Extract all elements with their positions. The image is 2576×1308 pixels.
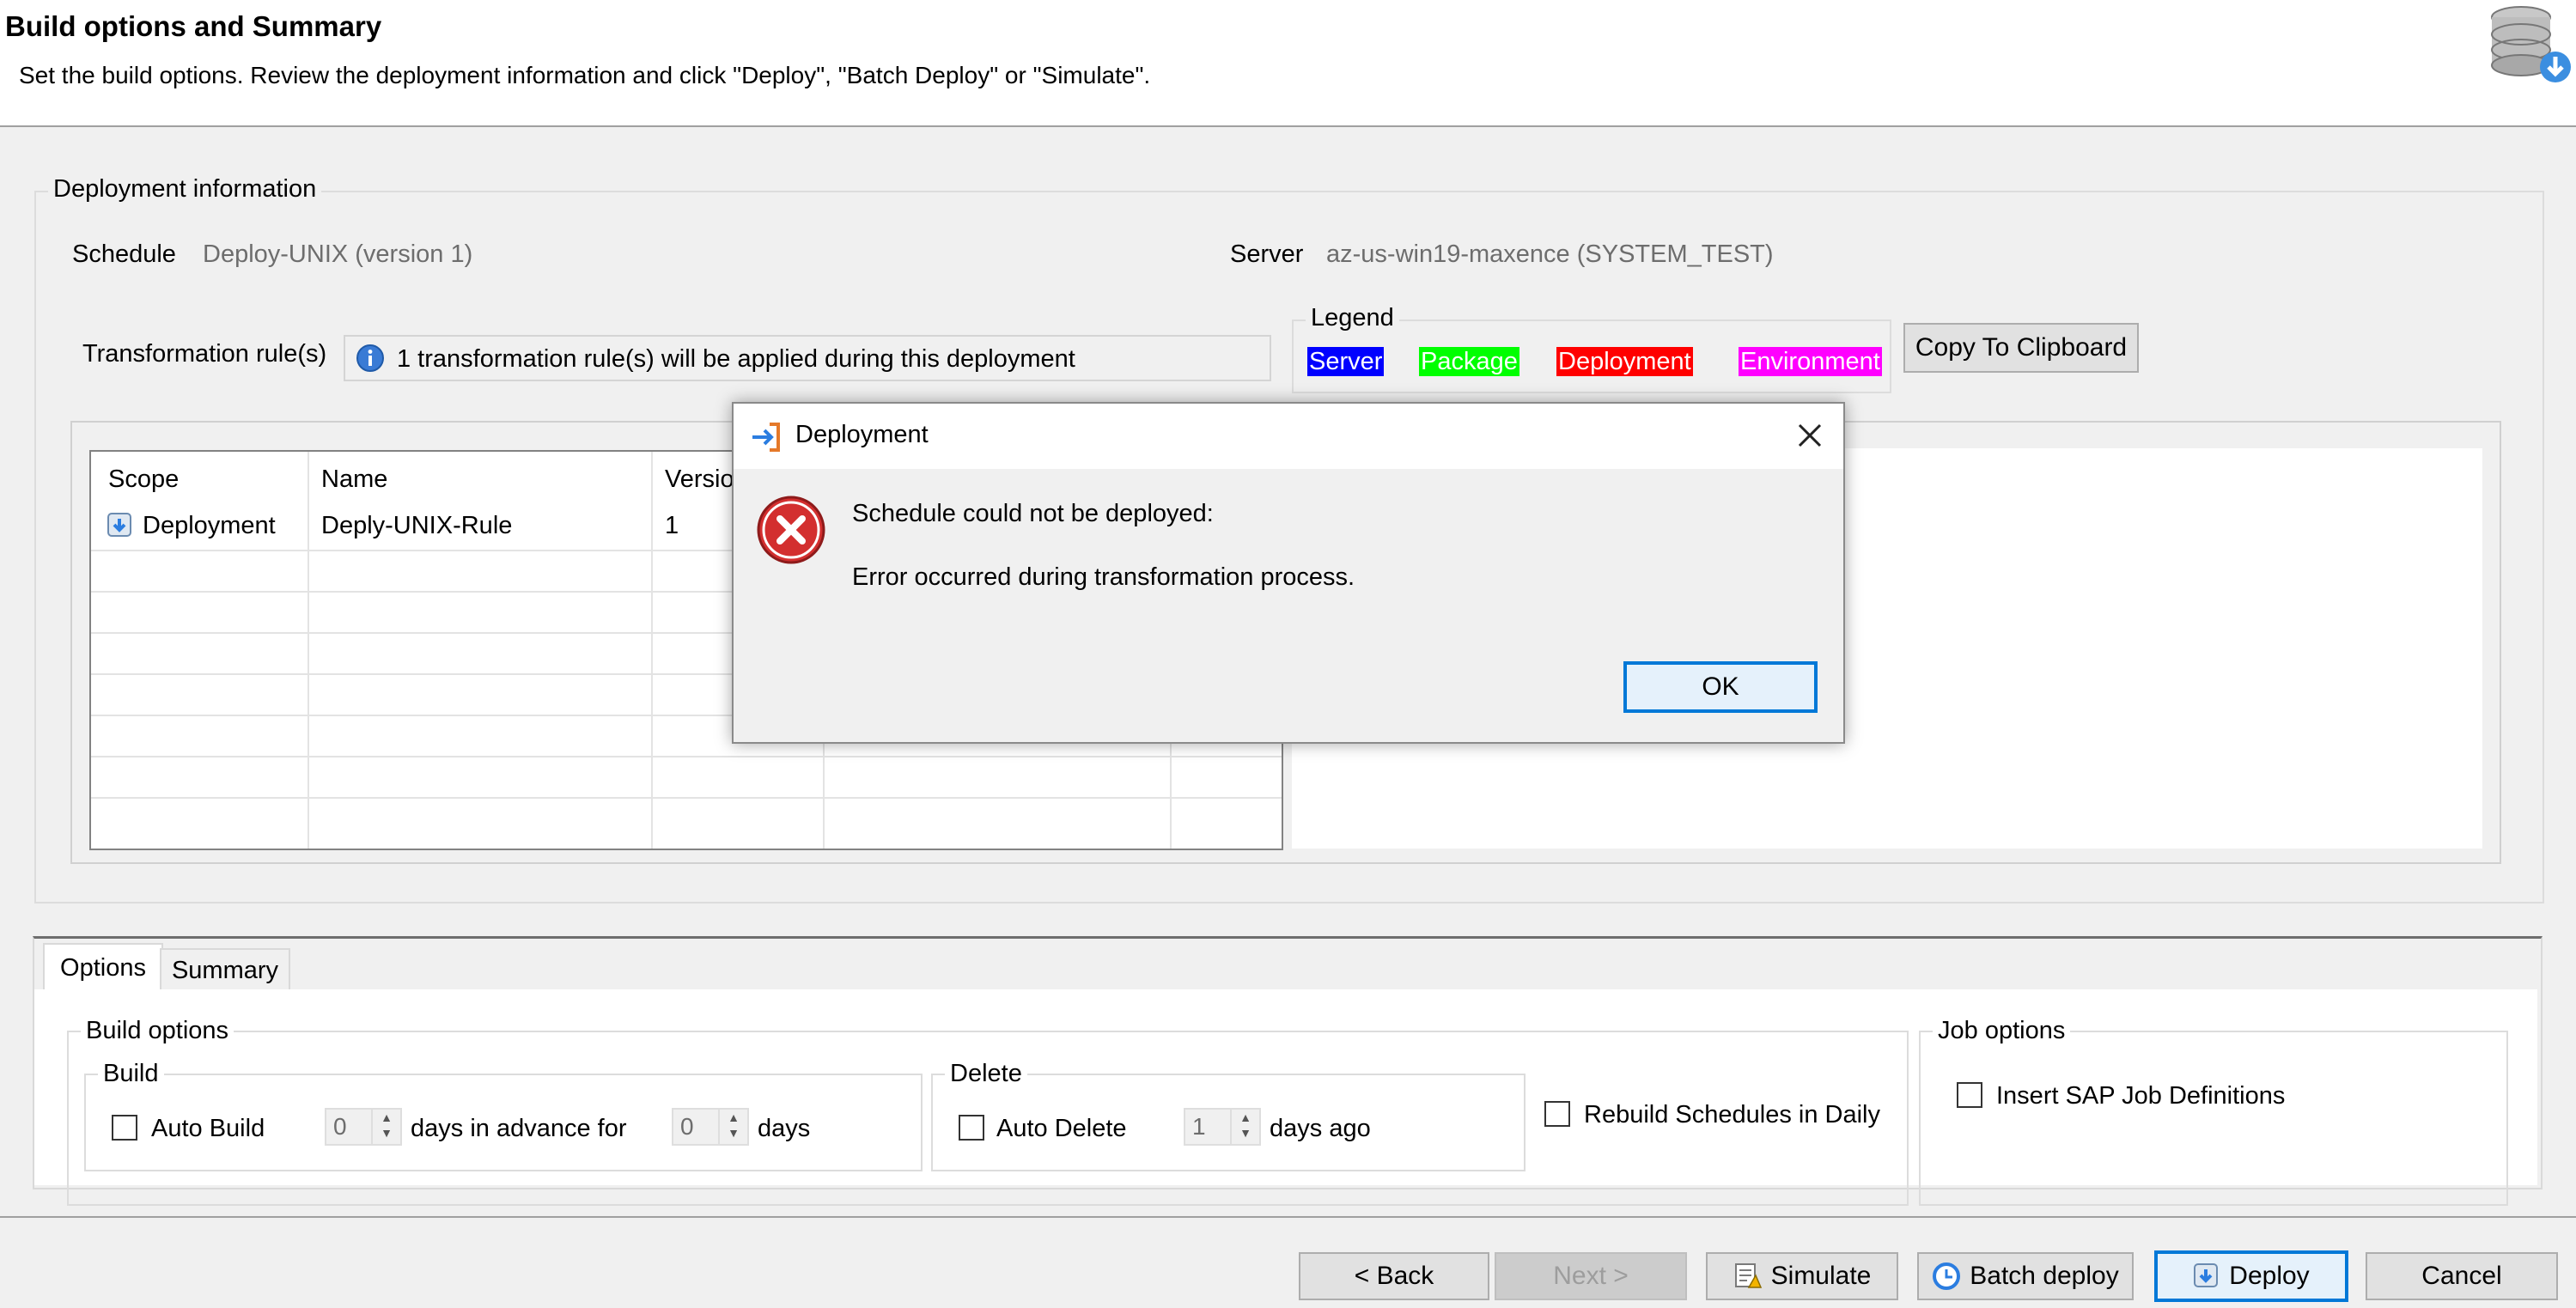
auto-build-checkbox[interactable]: [112, 1115, 137, 1141]
dialog-title-bar: Deployment: [734, 404, 1843, 469]
deployment-error-dialog: Deployment Schedule could not be deploye…: [732, 402, 1845, 744]
deployment-information-label: Deployment information: [48, 175, 322, 204]
deploy-arrow-icon: [752, 423, 780, 452]
delete-label: Delete: [945, 1060, 1027, 1088]
deploy-label: Deploy: [2229, 1262, 2310, 1290]
dialog-message-title: Schedule could not be deployed:: [852, 500, 1214, 527]
table-row[interactable]: Deployment: [107, 508, 313, 543]
close-icon[interactable]: [1797, 423, 1823, 448]
legend-environment: Environment: [1739, 347, 1882, 376]
server-label: Server: [1230, 240, 1304, 268]
tab-options[interactable]: Options: [43, 943, 163, 991]
column-header-scope[interactable]: Scope: [108, 465, 179, 494]
column-header-version[interactable]: Versio: [665, 465, 734, 494]
job-options-group: [1919, 1031, 2508, 1206]
insert-sap-label: Insert SAP Job Definitions: [1996, 1082, 2286, 1110]
simulate-button[interactable]: Simulate: [1706, 1252, 1898, 1300]
transformation-rules-text: 1 transformation rule(s) will be applied…: [397, 345, 1075, 373]
delete-days-value: 1: [1192, 1113, 1206, 1140]
deployment-scope-icon: [107, 513, 131, 537]
footer-divider: [0, 1216, 2576, 1218]
legend-deployment: Deployment: [1556, 347, 1693, 376]
dialog-title: Deployment: [795, 421, 929, 448]
page-subtitle: Set the build options. Review the deploy…: [19, 62, 1151, 88]
stepper-arrows-icon[interactable]: ▲ ▼: [718, 1110, 747, 1144]
transformation-rules-label: Transformation rule(s): [82, 340, 327, 368]
build-label: Build: [98, 1060, 164, 1088]
ok-button[interactable]: OK: [1623, 661, 1818, 713]
back-button[interactable]: < Back: [1299, 1252, 1489, 1300]
row-version: 1: [665, 512, 679, 539]
for-days-stepper[interactable]: 0 ▲ ▼: [672, 1108, 749, 1146]
days-ago-label: days ago: [1270, 1115, 1371, 1142]
batch-deploy-icon: [1933, 1262, 1961, 1290]
batch-deploy-label: Batch deploy: [1970, 1262, 2119, 1290]
simulate-icon: [1734, 1263, 1762, 1288]
page-title: Build options and Summary: [5, 10, 382, 42]
insert-sap-checkbox[interactable]: [1957, 1082, 1982, 1108]
delete-days-stepper[interactable]: 1 ▲ ▼: [1184, 1108, 1261, 1146]
rebuild-schedules-label: Rebuild Schedules in Daily: [1584, 1101, 1880, 1129]
advance-days-stepper[interactable]: 0 ▲ ▼: [325, 1108, 402, 1146]
days-label: days: [758, 1115, 811, 1142]
legend-package: Package: [1419, 347, 1519, 376]
row-name: Deply-UNIX-Rule: [321, 512, 513, 539]
build-options-label: Build options: [81, 1017, 234, 1045]
info-icon: [356, 344, 384, 372]
stepper-arrows-icon[interactable]: ▲ ▼: [1230, 1110, 1259, 1144]
legend-server: Server: [1307, 347, 1385, 376]
advance-days-value: 0: [333, 1113, 347, 1140]
schedule-value: Deploy-UNIX (version 1): [203, 240, 473, 268]
schedule-label: Schedule: [72, 240, 176, 268]
deploy-icon: [2194, 1263, 2219, 1287]
next-button[interactable]: Next >: [1495, 1252, 1687, 1300]
auto-delete-label: Auto Delete: [996, 1115, 1127, 1142]
cancel-button[interactable]: Cancel: [2366, 1252, 2558, 1300]
server-value: az-us-win19-maxence (SYSTEM_TEST): [1326, 240, 1774, 268]
transformation-rules-field: 1 transformation rule(s) will be applied…: [344, 335, 1271, 381]
column-header-name[interactable]: Name: [321, 465, 387, 494]
auto-build-label: Auto Build: [151, 1115, 265, 1142]
days-in-advance-label: days in advance for: [411, 1115, 627, 1142]
copy-to-clipboard-button[interactable]: Copy To Clipboard: [1903, 323, 2139, 373]
simulate-label: Simulate: [1770, 1262, 1872, 1290]
auto-delete-checkbox[interactable]: [959, 1115, 984, 1141]
error-icon: [757, 496, 825, 564]
database-deploy-icon: [2491, 6, 2571, 82]
batch-deploy-button[interactable]: Batch deploy: [1917, 1252, 2134, 1300]
for-days-value: 0: [680, 1113, 694, 1140]
wizard-header: Build options and Summary Set the build …: [0, 0, 2576, 127]
stepper-arrows-icon[interactable]: ▲ ▼: [371, 1110, 400, 1144]
row-scope: Deployment: [143, 512, 276, 539]
tab-summary[interactable]: Summary: [160, 948, 290, 991]
deploy-button[interactable]: Deploy: [2154, 1250, 2348, 1302]
job-options-label: Job options: [1933, 1017, 2071, 1045]
dialog-message-detail: Error occurred during transformation pro…: [852, 563, 1355, 591]
rebuild-schedules-checkbox[interactable]: [1544, 1101, 1570, 1127]
legend-label: Legend: [1306, 304, 1399, 332]
